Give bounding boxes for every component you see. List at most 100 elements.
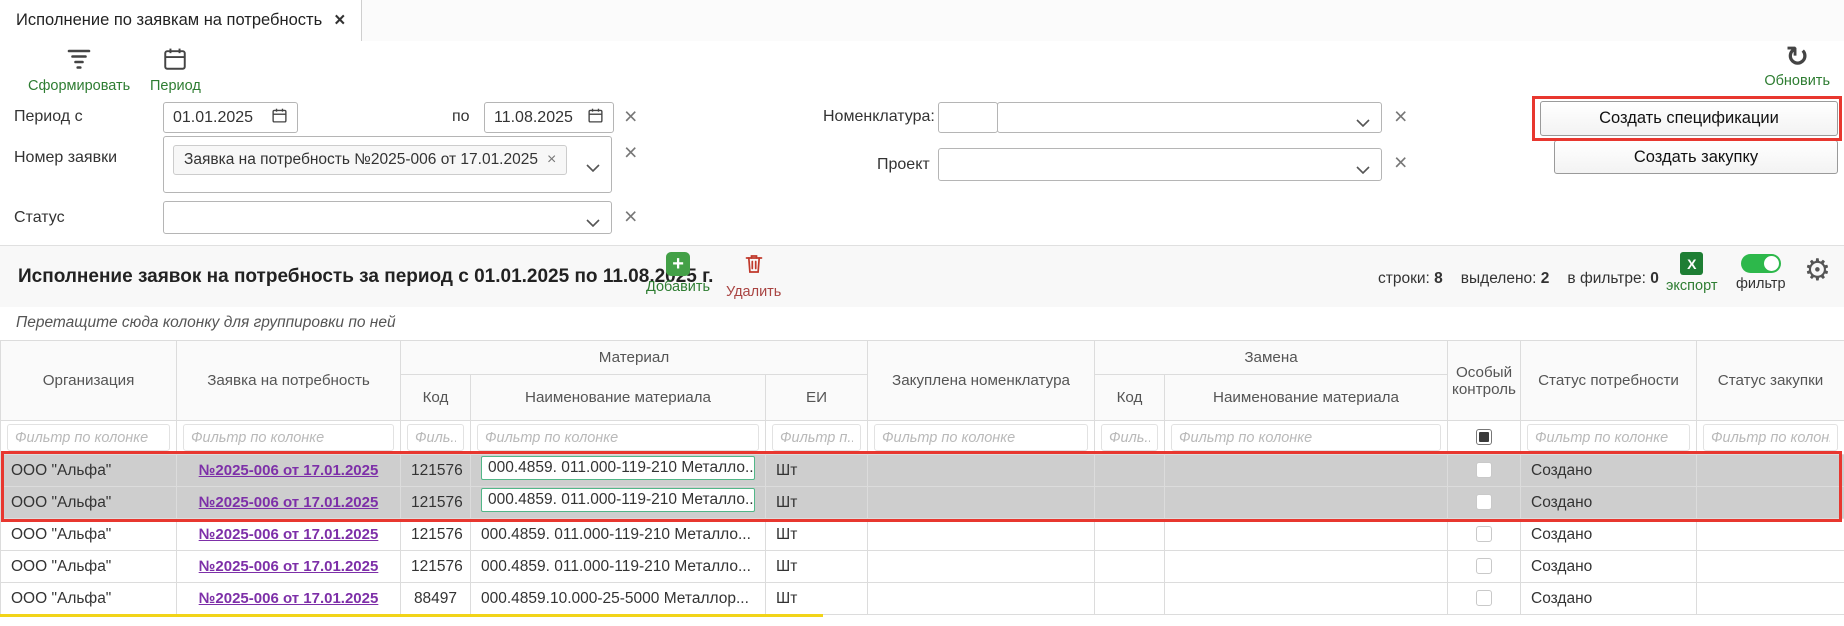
request-link[interactable]: №2025-006 от 17.01.2025 — [199, 558, 379, 575]
request-link[interactable]: №2025-006 от 17.01.2025 — [199, 462, 379, 479]
delete-row-button[interactable]: Удалить — [726, 252, 781, 300]
col-header-org[interactable]: Организация — [1, 341, 177, 421]
filter-code2-input[interactable] — [1101, 424, 1158, 451]
refresh-icon: ↻ — [1785, 43, 1808, 71]
project-clear-icon[interactable]: × — [1394, 151, 1407, 174]
grid-toolbar: Исполнение заявок на потребность за пери… — [0, 245, 1844, 308]
export-excel-button[interactable]: X экспорт — [1666, 252, 1717, 294]
refresh-button[interactable]: ↻ Обновить — [1764, 43, 1830, 89]
filter-org-input[interactable] — [7, 424, 170, 451]
org-cell: ООО "Альфа" — [1, 487, 177, 519]
special-control-checkbox[interactable] — [1476, 590, 1492, 606]
gear-icon[interactable]: ⚙ — [1804, 256, 1831, 286]
table-row[interactable]: ООО "Альфа" №2025-006 от 17.01.2025 1215… — [1, 551, 1844, 583]
col-header-purchase-status[interactable]: Статус закупки — [1697, 341, 1844, 421]
tab-execution-by-requests[interactable]: Исполнение по заявкам на потребность × — [0, 0, 362, 41]
col-header-code[interactable]: Код — [401, 375, 471, 421]
filter-material2-input[interactable] — [1171, 424, 1441, 451]
period-button[interactable]: Период — [150, 46, 201, 94]
create-purchase-button[interactable]: Создать закупку — [1554, 140, 1838, 174]
org-cell: ООО "Альфа" — [1, 551, 177, 583]
project-select[interactable] — [938, 148, 1382, 181]
filter-material-input[interactable] — [477, 424, 759, 451]
request-link[interactable]: №2025-006 от 17.01.2025 — [199, 494, 379, 511]
request-clear-icon[interactable]: × — [624, 141, 637, 164]
filter-code-input[interactable] — [407, 424, 464, 451]
col-header-code2[interactable]: Код — [1095, 375, 1165, 421]
chevron-down-icon[interactable] — [586, 159, 600, 177]
period-from-input[interactable]: 01.01.2025 — [163, 102, 298, 133]
unit-cell: Шт — [766, 551, 868, 583]
chevron-down-icon — [586, 214, 600, 232]
status-label: Статус — [14, 209, 65, 227]
generate-button[interactable]: Сформировать — [28, 46, 130, 94]
grouping-dropzone[interactable]: Перетащите сюда колонку для группировки … — [0, 307, 1844, 340]
request-link[interactable]: №2025-006 от 17.01.2025 — [199, 526, 379, 543]
row-edit-indicator — [0, 614, 823, 617]
excel-export-icon: X — [1680, 252, 1703, 275]
request-multiselect[interactable]: Заявка на потребность №2025-006 от 17.01… — [163, 136, 612, 193]
purchase-status-cell — [1697, 519, 1844, 551]
material-cell: 000.4859. 011.000-119-210 Металло... — [481, 456, 755, 480]
code-cell: 121576 — [401, 455, 471, 487]
grid-stats: строки: 8 выделено: 2 в фильтре: 0 — [1378, 270, 1659, 288]
need-status-cell: Создано — [1521, 487, 1697, 519]
col-header-special-control[interactable]: Особый контроль — [1448, 341, 1521, 421]
filter-purchase-status-input[interactable] — [1703, 424, 1838, 451]
unit-cell: Шт — [766, 583, 868, 615]
col-header-purchased[interactable]: Закуплена номенклатура — [868, 341, 1095, 421]
purchased-cell — [868, 583, 1095, 615]
request-chip-label: Заявка на потребность №2025-006 от 17.01… — [184, 151, 538, 169]
add-label: Добавить — [646, 279, 710, 295]
col-header-unit[interactable]: ЕИ — [766, 375, 868, 421]
col-header-material-name[interactable]: Наименование материала — [471, 375, 766, 421]
selected-count: выделено: 2 — [1461, 270, 1550, 288]
nomenclature-clear-icon[interactable]: × — [1394, 105, 1407, 128]
filter-unit-input[interactable] — [772, 424, 861, 451]
grid-title: Исполнение заявок на потребность за пери… — [18, 266, 713, 288]
table-row[interactable]: ООО "Альфа" №2025-006 от 17.01.2025 1215… — [1, 455, 1844, 487]
table-row[interactable]: ООО "Альфа" №2025-006 от 17.01.2025 1215… — [1, 487, 1844, 519]
calendar-icon[interactable] — [271, 107, 288, 129]
group-header-replacement: Замена — [1095, 341, 1448, 375]
filter-need-status-input[interactable] — [1527, 424, 1690, 451]
material2-cell — [1165, 551, 1448, 583]
calendar-icon[interactable] — [587, 107, 604, 129]
period-clear-icon[interactable]: × — [624, 105, 637, 128]
filter-request-input[interactable] — [183, 424, 394, 451]
code2-cell — [1095, 455, 1165, 487]
period-to-input[interactable]: 11.08.2025 — [484, 102, 614, 133]
request-link[interactable]: №2025-006 от 17.01.2025 — [199, 590, 379, 607]
tab-close-icon[interactable]: × — [334, 11, 345, 30]
status-clear-icon[interactable]: × — [624, 205, 637, 228]
nomenclature-select[interactable] — [997, 102, 1382, 133]
status-select[interactable] — [163, 201, 612, 234]
project-label: Проект — [877, 156, 930, 174]
special-control-checkbox[interactable] — [1476, 494, 1492, 510]
col-header-need-status[interactable]: Статус потребности — [1521, 341, 1697, 421]
special-control-checkbox[interactable] — [1476, 558, 1492, 574]
col-header-material-name2[interactable]: Наименование материала — [1165, 375, 1448, 421]
filter-special-control-checkbox[interactable] — [1476, 429, 1492, 445]
filter-toggle[interactable] — [1741, 254, 1781, 273]
col-header-request[interactable]: Заявка на потребность — [177, 341, 401, 421]
special-control-checkbox[interactable] — [1476, 462, 1492, 478]
create-specifications-button[interactable]: Создать спецификации — [1540, 101, 1838, 136]
tab-bar: Исполнение по заявкам на потребность × — [0, 0, 1844, 42]
request-chip[interactable]: Заявка на потребность №2025-006 от 17.01… — [173, 145, 567, 175]
need-status-cell: Создано — [1521, 583, 1697, 615]
table-row[interactable]: ООО "Альфа" №2025-006 от 17.01.2025 8849… — [1, 583, 1844, 615]
filter-toggle-button[interactable]: фильтр — [1736, 254, 1786, 292]
chip-close-icon[interactable]: × — [547, 152, 556, 168]
table-row[interactable]: ООО "Альфа" №2025-006 от 17.01.2025 1215… — [1, 519, 1844, 551]
special-control-checkbox[interactable] — [1476, 526, 1492, 542]
filter-purchased-input[interactable] — [874, 424, 1088, 451]
org-cell: ООО "Альфа" — [1, 583, 177, 615]
nomenclature-code-input[interactable] — [938, 102, 998, 133]
need-status-cell: Создано — [1521, 455, 1697, 487]
purchase-status-cell — [1697, 551, 1844, 583]
filter-panel: Период с 01.01.2025 по 11.08.2025 × Номе… — [0, 99, 1844, 245]
add-row-button[interactable]: + Добавить — [646, 252, 710, 295]
add-icon: + — [666, 252, 690, 276]
purchase-status-cell — [1697, 455, 1844, 487]
